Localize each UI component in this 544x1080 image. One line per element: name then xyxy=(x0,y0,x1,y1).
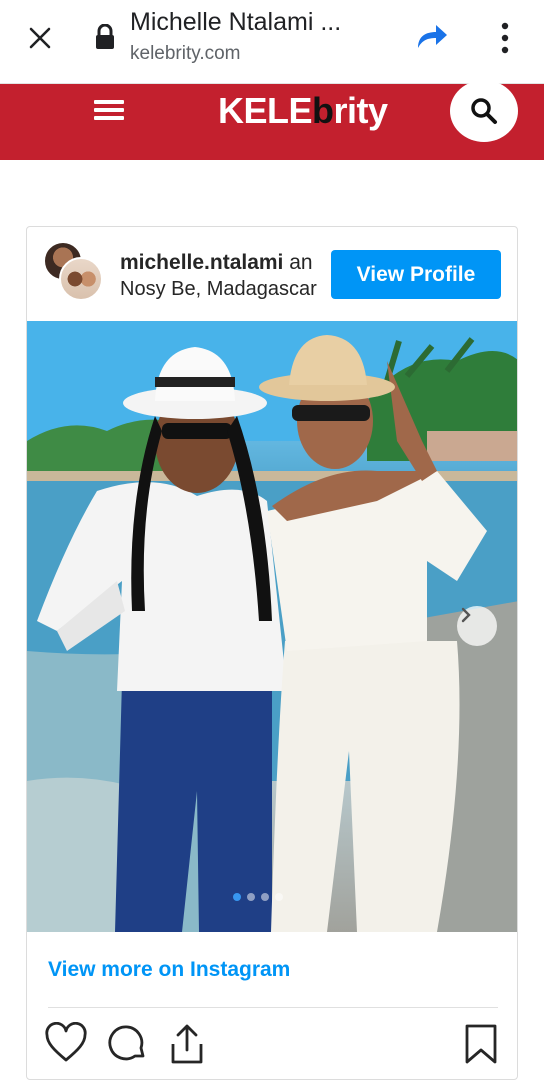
search-button[interactable] xyxy=(450,80,518,142)
post-photo[interactable] xyxy=(27,321,517,932)
username-suffix: an xyxy=(283,251,313,274)
site-header: KELEbrity xyxy=(0,80,544,160)
bookmark-icon[interactable] xyxy=(459,1022,503,1066)
share-icon[interactable] xyxy=(165,1022,209,1066)
logo-text-kele: KELE xyxy=(218,90,313,131)
divider xyxy=(48,1007,498,1008)
browser-toolbar: Michelle Ntalami ... kelebrity.com xyxy=(0,0,544,84)
carousel-dot xyxy=(275,893,283,901)
post-actions xyxy=(27,1021,517,1072)
site-logo[interactable]: KELEbrity xyxy=(218,90,388,132)
page-title: Michelle Ntalami ... xyxy=(130,8,342,36)
share-icon[interactable] xyxy=(410,20,450,56)
photo-illustration xyxy=(27,321,517,932)
page-url[interactable]: kelebrity.com xyxy=(130,43,241,65)
carousel-next-button[interactable] xyxy=(457,606,497,646)
instagram-embed: michelle.ntalami an Nosy Be, Madagascar … xyxy=(26,226,518,1080)
avatar[interactable] xyxy=(59,257,103,301)
carousel-dot xyxy=(247,893,255,901)
chevron-right-icon xyxy=(461,607,471,623)
carousel-dots xyxy=(233,893,283,901)
view-profile-button[interactable]: View Profile xyxy=(331,250,501,299)
carousel-dot xyxy=(233,893,241,901)
search-icon xyxy=(471,98,497,124)
location-label[interactable]: Nosy Be, Madagascar xyxy=(120,278,317,301)
logo-text-rity: rity xyxy=(333,90,389,131)
logo-text-b: b xyxy=(312,90,334,131)
view-more-on-instagram-link[interactable]: View more on Instagram xyxy=(48,958,290,982)
hamburger-menu-icon[interactable] xyxy=(92,96,126,130)
lock-icon xyxy=(94,23,116,50)
close-icon[interactable] xyxy=(22,20,58,56)
comment-icon[interactable] xyxy=(105,1022,149,1066)
username[interactable]: michelle.ntalami an xyxy=(120,251,313,275)
username-text[interactable]: michelle.ntalami xyxy=(120,251,283,274)
embed-header: michelle.ntalami an Nosy Be, Madagascar … xyxy=(27,227,517,321)
carousel-dot xyxy=(261,893,269,901)
more-vert-icon[interactable] xyxy=(490,18,520,58)
heart-icon[interactable] xyxy=(44,1021,88,1066)
